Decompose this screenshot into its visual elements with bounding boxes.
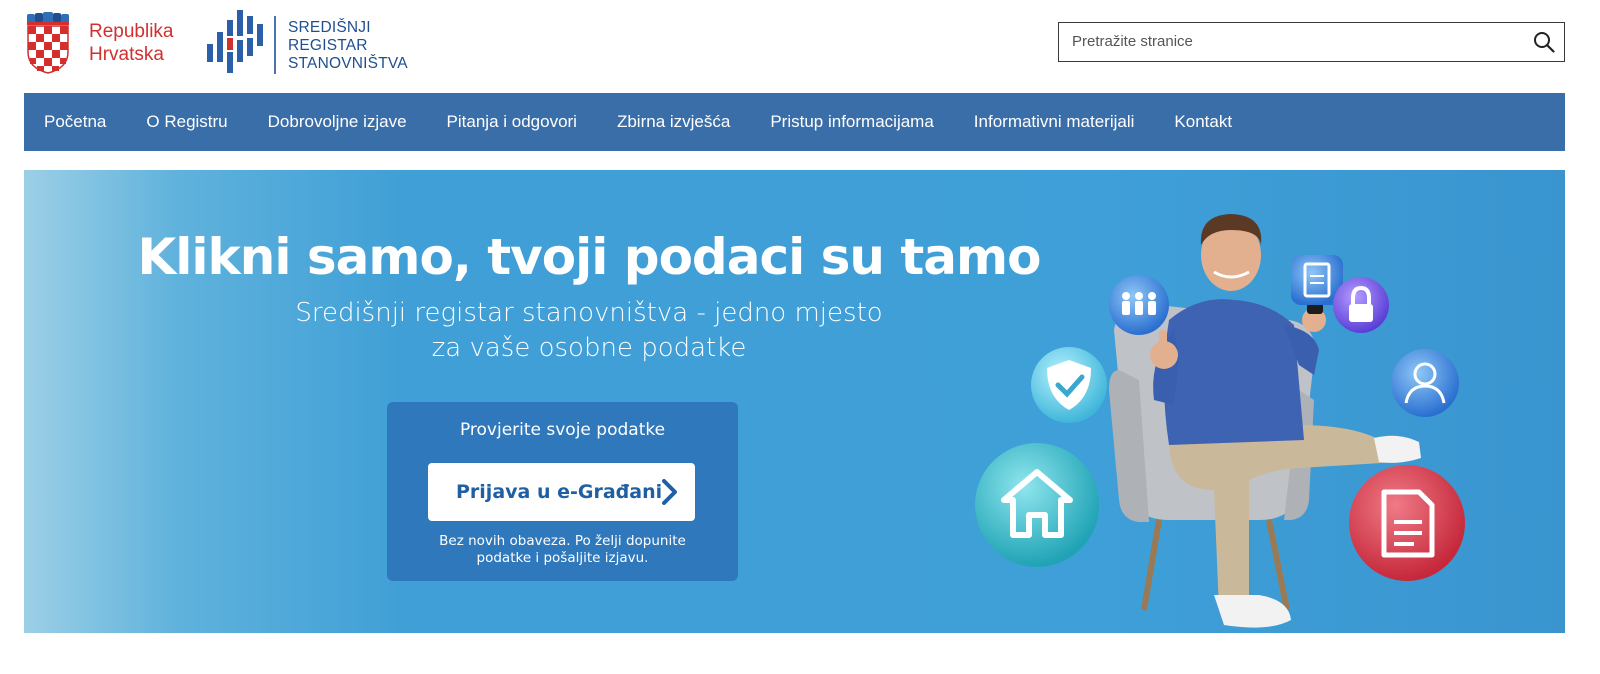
cta-note: Bez novih obaveza. Po želji dopunite pod… — [387, 533, 738, 567]
nav-item-o-registru[interactable]: O Registru — [146, 112, 227, 132]
home-bubble-icon — [975, 443, 1099, 567]
lock-bubble-icon — [1333, 277, 1389, 333]
main-navigation: Početna O Registru Dobrovoljne izjave Pi… — [24, 93, 1565, 151]
user-bubble-icon — [1391, 349, 1459, 417]
cta-title: Provjerite svoje podatke — [459, 420, 666, 440]
cta-panel: Provjerite svoje podatke Prijava u e-Gra… — [387, 402, 738, 581]
site-header: Republika Hrvatska SREDIŠNJI REGISTAR ST… — [0, 0, 1600, 92]
country-name-line1: Republika — [89, 21, 174, 42]
srs-logo-icon[interactable] — [205, 10, 267, 73]
hero-banner: Klikni samo, tvoji podaci su tamo Središ… — [24, 170, 1565, 633]
nav-item-kontakt[interactable]: Kontakt — [1174, 112, 1232, 132]
srs-name[interactable]: SREDIŠNJI REGISTAR STANOVNIŠTVA — [288, 19, 408, 73]
chevron-right-icon — [662, 479, 677, 505]
cta-note-line1: Bez novih obaveza. Po želji dopunite — [439, 533, 686, 549]
nav-item-pocetna[interactable]: Početna — [44, 112, 106, 132]
egradani-login-label: Prijava u e-Građani — [456, 481, 663, 503]
country-name-line2: Hrvatska — [89, 44, 164, 65]
shield-check-bubble-icon — [1031, 347, 1107, 423]
egradani-login-button[interactable]: Prijava u e-Građani — [428, 463, 695, 521]
nav-item-zbirna-izvjesca[interactable]: Zbirna izvješća — [617, 112, 730, 132]
nav-item-pitanja-i-odgovori[interactable]: Pitanja i odgovori — [447, 112, 577, 132]
logo-divider — [274, 16, 276, 74]
search-input[interactable] — [1059, 23, 1519, 60]
nav-item-dobrovoljne-izjave[interactable]: Dobrovoljne izjave — [268, 112, 407, 132]
croatian-coat-of-arms-icon[interactable] — [25, 12, 71, 74]
cta-note-line2: podatke i pošaljite izjavu. — [476, 550, 649, 566]
srs-name-line2: REGISTAR — [288, 37, 368, 54]
hero-illustration — [975, 214, 1465, 628]
search-button[interactable] — [1530, 28, 1558, 56]
nav-item-pristup-informacijama[interactable]: Pristup informacijama — [770, 112, 933, 132]
srs-name-line3: STANOVNIŠTVA — [288, 55, 408, 72]
search-icon — [1534, 32, 1555, 53]
family-bubble-icon — [1109, 275, 1169, 335]
srs-name-line1: SREDIŠNJI — [288, 19, 371, 36]
country-name[interactable]: Republika Hrvatska — [89, 20, 174, 66]
search-box — [1058, 22, 1565, 62]
nav-item-informativni-materijali[interactable]: Informativni materijali — [974, 112, 1135, 132]
id-document-bubble-icon — [1349, 465, 1465, 581]
